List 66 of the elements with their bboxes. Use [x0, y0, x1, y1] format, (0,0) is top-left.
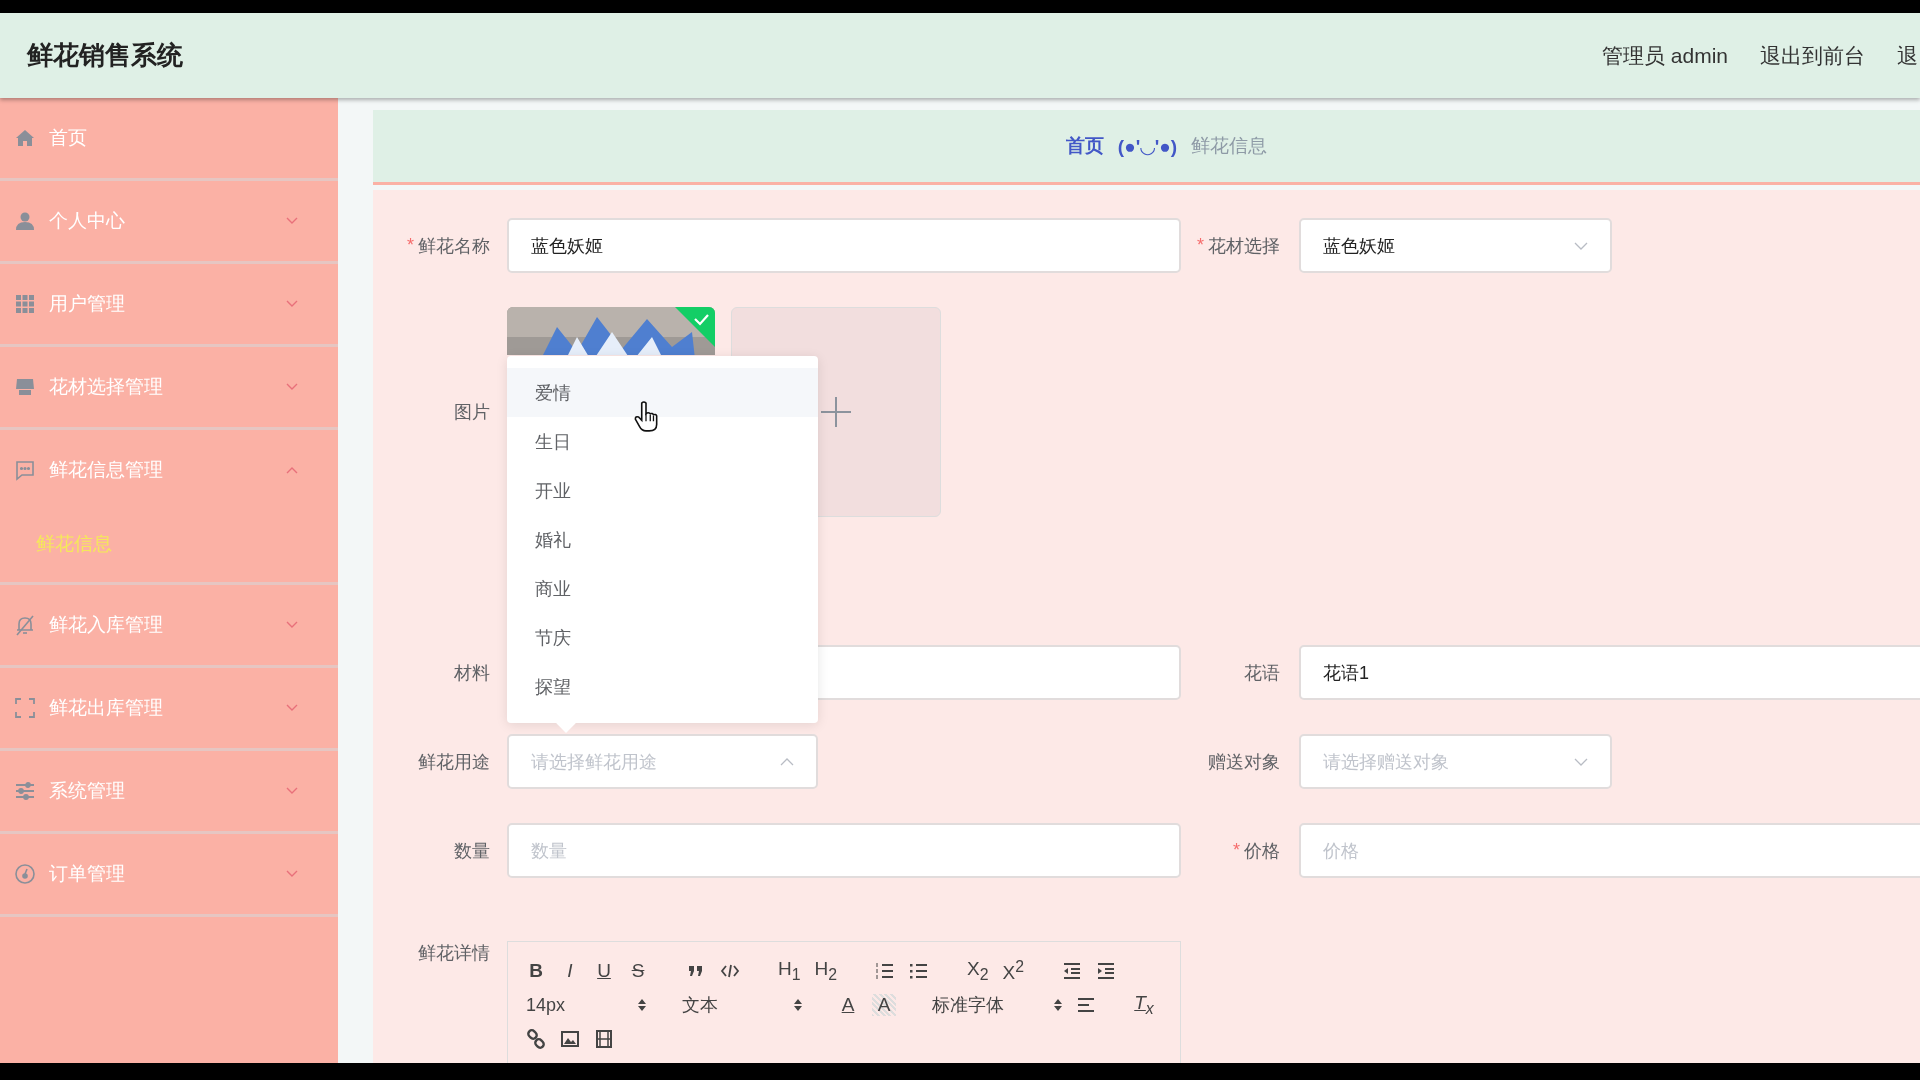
dropdown-option[interactable]: 开业: [507, 466, 818, 515]
field-label: 价格: [1244, 839, 1280, 863]
field-label: 鲜花详情: [418, 942, 490, 965]
dropdown-option[interactable]: 爱情: [507, 368, 818, 417]
sliders-icon: [14, 780, 36, 802]
field-label: 数量: [454, 839, 490, 863]
outdent-icon[interactable]: [1062, 961, 1083, 981]
heading-button[interactable]: H$_{2}$: [814, 958, 838, 984]
breadcrumb-separator: (●'◡'●): [1117, 134, 1178, 158]
font-size-select[interactable]: 14px: [526, 994, 646, 1016]
format-button[interactable]: I: [560, 960, 580, 982]
required-asterisk: *: [407, 235, 414, 256]
numbered-list-icon[interactable]: [875, 961, 896, 981]
header-link[interactable]: 管理员 admin: [1601, 41, 1728, 70]
field-label: 材料: [454, 661, 490, 685]
chat-icon: [14, 459, 36, 481]
gauge-icon: [14, 863, 36, 885]
format-button[interactable]: B: [526, 960, 546, 982]
updown-icon: [794, 999, 802, 1011]
scan-icon: [14, 697, 36, 719]
required-asterisk: *: [1233, 840, 1240, 861]
format-button[interactable]: S: [628, 960, 648, 982]
video-icon[interactable]: [594, 1029, 614, 1049]
image-icon[interactable]: [560, 1029, 580, 1049]
home-icon: [14, 127, 36, 149]
block-format-select[interactable]: 文本: [682, 993, 802, 1017]
text-color-button[interactable]: A: [838, 994, 858, 1016]
dropdown-option[interactable]: 节庆: [507, 613, 818, 662]
field-label: 图片: [454, 401, 490, 424]
header-link[interactable]: 退: [1897, 41, 1918, 70]
link-icon[interactable]: [526, 1029, 546, 1049]
plus-icon: [821, 397, 851, 427]
updown-icon: [638, 999, 646, 1011]
input-field[interactable]: 花语1: [1299, 645, 1920, 700]
bell-icon: [14, 614, 36, 636]
field-label: 花语: [1244, 661, 1280, 685]
align-icon[interactable]: [1076, 995, 1096, 1015]
background-color-button[interactable]: A: [872, 994, 896, 1016]
script-button[interactable]: X$_{2}$: [967, 958, 989, 984]
format-button[interactable]: U: [594, 960, 614, 982]
clear-format-button[interactable]: T$_{x}$: [1134, 992, 1154, 1018]
required-asterisk: *: [1197, 235, 1204, 256]
updown-icon: [1054, 999, 1062, 1011]
dropdown-option[interactable]: 探望: [507, 662, 818, 711]
breadcrumb-link[interactable]: 首页: [1065, 133, 1104, 159]
field-label: 花材选择: [1208, 234, 1280, 258]
app-title: 鲜花销售系统: [27, 39, 183, 72]
dropdown-option[interactable]: 生日: [507, 417, 818, 466]
select-field[interactable]: 蓝色妖姬: [1299, 218, 1612, 273]
font-family-select[interactable]: 标准字体: [932, 993, 1062, 1017]
dropdown-option[interactable]: 商业: [507, 564, 818, 613]
field-label: 鲜花用途: [418, 750, 490, 774]
store-icon: [14, 376, 36, 398]
breadcrumb-current: 鲜花信息: [1191, 134, 1268, 158]
indent-icon[interactable]: [1096, 961, 1117, 981]
dropdown-option[interactable]: 婚礼: [507, 515, 818, 564]
input-field[interactable]: 蓝色妖姬: [507, 218, 1181, 273]
script-button[interactable]: X$^{2}$: [1002, 957, 1025, 985]
hand-cursor-icon: [633, 401, 659, 433]
field-label: 鲜花名称: [418, 234, 490, 258]
bullet-list-icon[interactable]: [909, 961, 930, 981]
user-icon: [14, 210, 36, 232]
heading-button[interactable]: H$_{1}$: [778, 958, 801, 984]
field-label: 赠送对象: [1208, 750, 1280, 774]
header-link[interactable]: 退出到前台: [1760, 41, 1865, 70]
grid-icon: [14, 293, 36, 315]
